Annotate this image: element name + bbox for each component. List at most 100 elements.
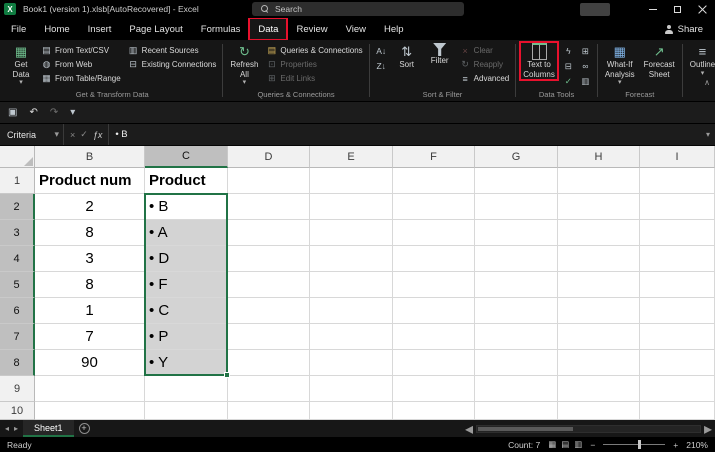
cell-g2[interactable]: [475, 194, 558, 220]
cell-d3[interactable]: [228, 220, 310, 246]
recent-sources-button[interactable]: ▥Recent Sources: [126, 44, 219, 57]
cell-e1[interactable]: [310, 168, 393, 194]
cell-h6[interactable]: [558, 298, 640, 324]
cell-e7[interactable]: [310, 324, 393, 350]
ribbon-tab-insert[interactable]: Insert: [79, 18, 121, 40]
cell-b5[interactable]: 8: [35, 272, 145, 298]
cell-f6[interactable]: [393, 298, 475, 324]
column-header-h[interactable]: H: [558, 146, 640, 168]
ribbon-tab-formulas[interactable]: Formulas: [192, 18, 250, 40]
cell-d9[interactable]: [228, 376, 310, 402]
cell-f10[interactable]: [393, 402, 475, 420]
cell-d4[interactable]: [228, 246, 310, 272]
clear-button[interactable]: ×Clear: [458, 44, 512, 57]
from-web-button[interactable]: ◍From Web: [39, 58, 123, 71]
cell-f5[interactable]: [393, 272, 475, 298]
cell-i7[interactable]: [640, 324, 715, 350]
flash-fill-button[interactable]: ϟ: [561, 44, 576, 58]
insert-function-icon[interactable]: ƒx: [93, 130, 103, 140]
cell-d2[interactable]: [228, 194, 310, 220]
cell-h9[interactable]: [558, 376, 640, 402]
ribbon-tab-home[interactable]: Home: [35, 18, 78, 40]
cell-g4[interactable]: [475, 246, 558, 272]
cell-f2[interactable]: [393, 194, 475, 220]
name-box-dropdown-icon[interactable]: ▾: [54, 129, 59, 140]
outline-button[interactable]: ≡Outline▾: [687, 42, 715, 78]
zoom-in-button[interactable]: +: [673, 440, 678, 450]
ribbon-tab-view[interactable]: View: [337, 18, 375, 40]
search-box[interactable]: Search: [252, 2, 464, 16]
scroll-track[interactable]: [476, 425, 701, 433]
cell-h3[interactable]: [558, 220, 640, 246]
cell-b2[interactable]: 2: [35, 194, 145, 220]
cell-b9[interactable]: [35, 376, 145, 402]
cell-h5[interactable]: [558, 272, 640, 298]
cell-e10[interactable]: [310, 402, 393, 420]
row-header-1[interactable]: 1: [0, 168, 35, 194]
remove-duplicates-button[interactable]: ⊟: [561, 59, 576, 73]
cell-d5[interactable]: [228, 272, 310, 298]
normal-view-icon[interactable]: ▦: [548, 439, 556, 450]
row-header-4[interactable]: 4: [0, 246, 35, 272]
row-header-10[interactable]: 10: [0, 402, 35, 420]
sheet-tab-sheet1[interactable]: Sheet1: [23, 420, 74, 437]
column-header-b[interactable]: B: [35, 146, 145, 168]
collapse-ribbon-icon[interactable]: ∧: [704, 78, 710, 87]
queries-connections-button[interactable]: ▤Queries & Connections: [264, 44, 364, 57]
column-header-d[interactable]: D: [228, 146, 310, 168]
select-all-corner[interactable]: [0, 146, 35, 168]
cell-i5[interactable]: [640, 272, 715, 298]
horizontal-scrollbar[interactable]: ◂ ▸: [465, 419, 715, 439]
cell-c9[interactable]: [145, 376, 228, 402]
what-if-analysis-button[interactable]: ▦What-If Analysis▾: [602, 42, 638, 87]
column-header-g[interactable]: G: [475, 146, 558, 168]
get-data-button[interactable]: ▦Get Data▾: [6, 42, 36, 87]
cell-g7[interactable]: [475, 324, 558, 350]
scroll-thumb[interactable]: [478, 427, 573, 431]
relationships-button[interactable]: ∞: [578, 59, 593, 73]
column-header-c[interactable]: C: [145, 146, 228, 168]
cell-i8[interactable]: [640, 350, 715, 376]
fill-handle[interactable]: [224, 372, 230, 378]
edit-links-button[interactable]: ⊞Edit Links: [264, 72, 364, 85]
cell-g9[interactable]: [475, 376, 558, 402]
enter-icon[interactable]: ✓: [80, 129, 88, 140]
text-to-columns-button[interactable]: Text to Columns: [520, 42, 558, 80]
column-header-i[interactable]: I: [640, 146, 715, 168]
cell-f1[interactable]: [393, 168, 475, 194]
redo-button[interactable]: ↷: [50, 107, 58, 118]
row-header-8[interactable]: 8: [0, 350, 35, 376]
cell-g6[interactable]: [475, 298, 558, 324]
sheet-nav-left-icon[interactable]: ◂: [5, 424, 9, 433]
consolidate-button[interactable]: ⊞: [578, 44, 593, 58]
sort-descending-button[interactable]: Z↓: [374, 59, 389, 73]
new-sheet-button[interactable]: +: [79, 423, 90, 434]
scroll-right-icon[interactable]: ▸: [704, 419, 712, 439]
cell-i4[interactable]: [640, 246, 715, 272]
properties-button[interactable]: ⊡Properties: [264, 58, 364, 71]
cell-c6[interactable]: • C: [145, 298, 228, 324]
cell-g3[interactable]: [475, 220, 558, 246]
cell-e8[interactable]: [310, 350, 393, 376]
close-button[interactable]: [690, 0, 715, 18]
undo-button[interactable]: ↶: [29, 107, 37, 118]
ribbon-tab-page-layout[interactable]: Page Layout: [120, 18, 191, 40]
reapply-button[interactable]: ↻Reapply: [458, 58, 512, 71]
cell-b1[interactable]: Product num: [35, 168, 145, 194]
row-header-6[interactable]: 6: [0, 298, 35, 324]
cell-i1[interactable]: [640, 168, 715, 194]
cell-b7[interactable]: 7: [35, 324, 145, 350]
cell-c2[interactable]: • B: [145, 194, 228, 220]
cell-e5[interactable]: [310, 272, 393, 298]
share-button[interactable]: Share: [665, 18, 703, 40]
filter-button[interactable]: Filter: [425, 42, 455, 67]
maximize-button[interactable]: [665, 0, 690, 18]
zoom-out-button[interactable]: −: [590, 440, 595, 450]
cell-b4[interactable]: 3: [35, 246, 145, 272]
page-layout-view-icon[interactable]: ▤: [561, 439, 569, 450]
cell-e4[interactable]: [310, 246, 393, 272]
cell-e6[interactable]: [310, 298, 393, 324]
cell-e2[interactable]: [310, 194, 393, 220]
cell-c5[interactable]: • F: [145, 272, 228, 298]
cell-b8[interactable]: 90: [35, 350, 145, 376]
